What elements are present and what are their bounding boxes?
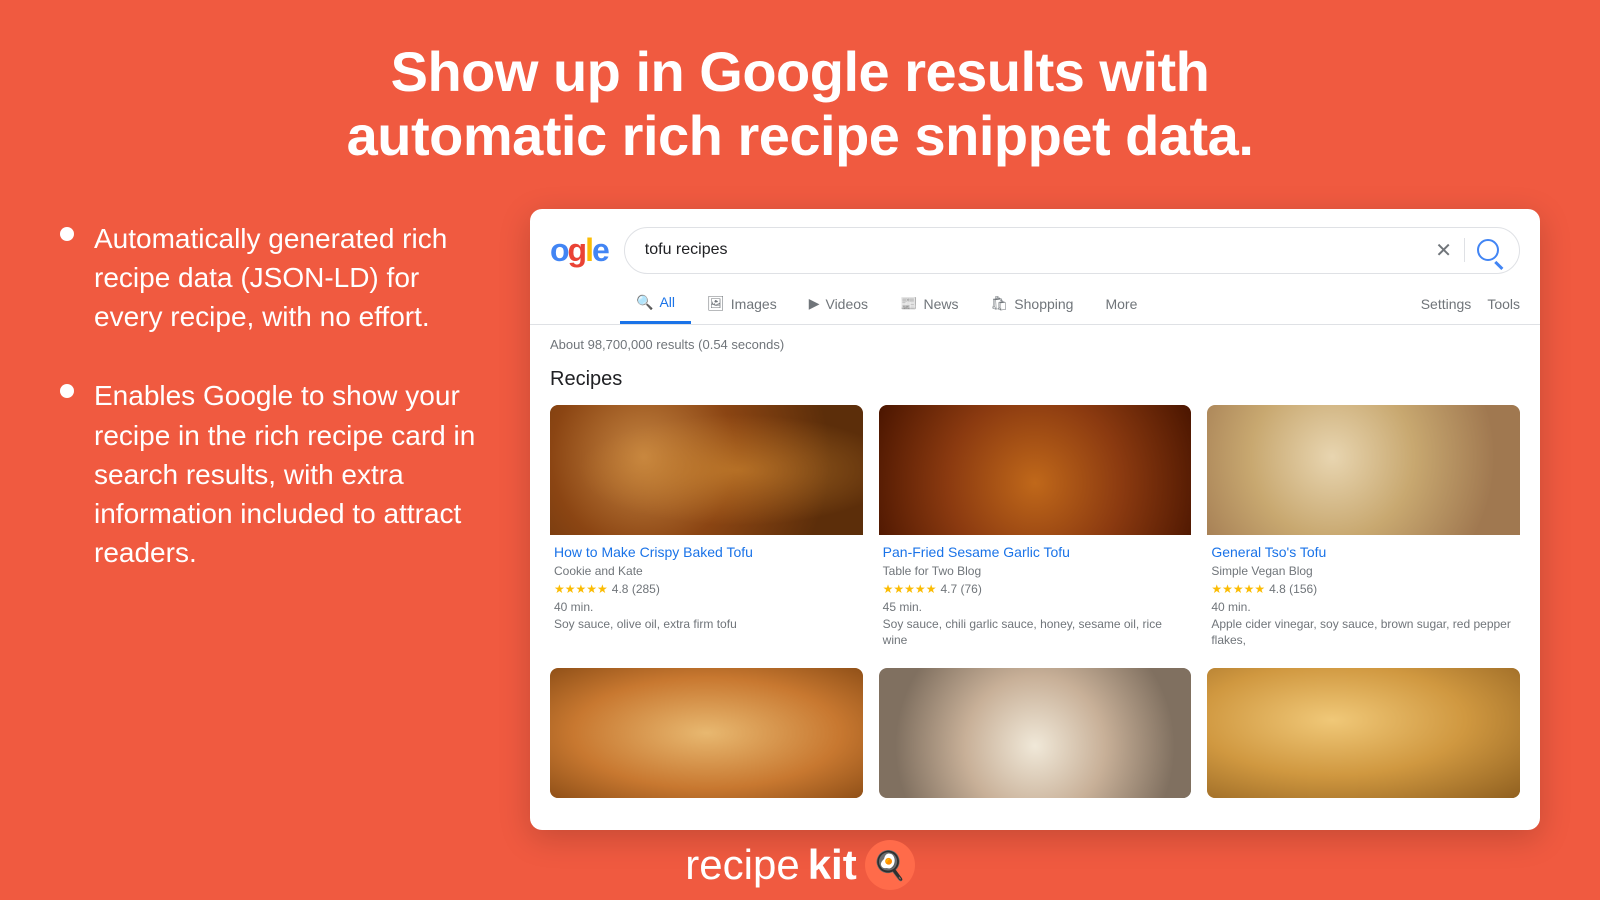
recipe-rating-1: ★★★★★ 4.8 (285) <box>554 582 859 597</box>
brand-kit-text: kit <box>808 841 857 889</box>
recipe-grid-top: How to Make Crispy Baked Tofu Cookie and… <box>550 405 1520 652</box>
tab-shopping-label: Shopping <box>1014 296 1073 312</box>
bullet-dot-2 <box>60 384 74 398</box>
search-icons: ✕ <box>1435 238 1499 263</box>
recipe-image-1 <box>550 405 863 535</box>
recipe-time-1: 40 min. <box>554 600 859 614</box>
bullet-text-2: Enables Google to show your recipe in th… <box>94 376 490 572</box>
recipe-card-3[interactable]: General Tso's Tofu Simple Vegan Blog ★★★… <box>1207 405 1520 652</box>
tab-more[interactable]: More <box>1089 286 1153 322</box>
headline-line1: Show up in Google results with <box>60 40 1540 104</box>
results-count: About 98,700,000 results (0.54 seconds) <box>550 337 1520 352</box>
recipe-ratingnum-1: 4.8 (285) <box>612 582 660 596</box>
chef-hat-icon: 🍳 <box>865 840 915 890</box>
bullet-item-2: Enables Google to show your recipe in th… <box>60 376 490 572</box>
search-query-text: tofu recipes <box>645 241 1425 259</box>
recipe-image-4 <box>550 668 863 798</box>
recipe-rating-2: ★★★★★ 4.7 (76) <box>883 582 1188 597</box>
bullet-dot-1 <box>60 227 74 241</box>
tools-link[interactable]: Tools <box>1487 296 1520 312</box>
google-tabs: 🔍 All 🖼 Images ▶ Videos 📰 News 🛍 S <box>530 274 1540 325</box>
recipe-ingredients-2: Soy sauce, chili garlic sauce, honey, se… <box>883 617 1188 648</box>
tab-more-label: More <box>1105 296 1137 312</box>
recipe-ratingnum-2: 4.7 (76) <box>940 582 981 596</box>
shopping-icon: 🛍 <box>991 295 1009 312</box>
headline: Show up in Google results with automatic… <box>60 40 1540 169</box>
results-area: About 98,700,000 results (0.54 seconds) … <box>530 325 1540 830</box>
news-icon: 📰 <box>900 295 917 312</box>
tab-videos[interactable]: ▶ Videos <box>793 285 884 322</box>
bullet-text-1: Automatically generated rich recipe data… <box>94 219 490 337</box>
recipe-time-2: 45 min. <box>883 600 1188 614</box>
recipe-card-6[interactable] <box>1207 668 1520 798</box>
recipes-heading: Recipes <box>550 368 1520 391</box>
recipe-ingredients-1: Soy sauce, olive oil, extra firm tofu <box>554 617 859 633</box>
recipe-info-3: General Tso's Tofu Simple Vegan Blog ★★★… <box>1207 535 1520 652</box>
recipe-info-2: Pan-Fried Sesame Garlic Tofu Table for T… <box>879 535 1192 652</box>
tab-news-label: News <box>923 296 958 312</box>
content-row: Automatically generated rich recipe data… <box>60 209 1540 830</box>
bottom-branding: recipekit 🍳 <box>60 830 1540 895</box>
recipe-stars-2: ★★★★★ <box>883 582 937 597</box>
videos-icon: ▶ <box>809 295 820 312</box>
recipe-card-5[interactable] <box>879 668 1192 798</box>
google-logo: ogle <box>550 232 608 269</box>
recipe-ratingnum-3: 4.8 (156) <box>1269 582 1317 596</box>
all-icon: 🔍 <box>636 294 653 311</box>
recipe-card-1[interactable]: How to Make Crispy Baked Tofu Cookie and… <box>550 405 863 652</box>
recipe-card-2[interactable]: Pan-Fried Sesame Garlic Tofu Table for T… <box>879 405 1192 652</box>
recipe-stars-3: ★★★★★ <box>1211 582 1265 597</box>
search-divider <box>1464 238 1465 262</box>
tab-videos-label: Videos <box>825 296 868 312</box>
settings-tools: Settings Tools <box>1421 296 1520 312</box>
recipe-ingredients-3: Apple cider vinegar, soy sauce, brown su… <box>1211 617 1516 648</box>
recipe-source-1: Cookie and Kate <box>554 564 859 578</box>
tab-images[interactable]: 🖼 Images <box>691 285 793 322</box>
search-bar[interactable]: tofu recipes ✕ <box>624 227 1520 274</box>
google-bar: ogle tofu recipes ✕ <box>530 209 1540 274</box>
settings-link[interactable]: Settings <box>1421 296 1472 312</box>
search-icon[interactable] <box>1477 239 1499 261</box>
bullet-item-1: Automatically generated rich recipe data… <box>60 219 490 337</box>
recipe-image-3 <box>1207 405 1520 535</box>
recipe-grid-bottom <box>550 668 1520 798</box>
headline-line2: automatic rich recipe snippet data. <box>60 104 1540 168</box>
brand-recipe-text: recipe <box>685 841 799 889</box>
tab-news[interactable]: 📰 News <box>884 285 974 322</box>
google-search-panel: ogle tofu recipes ✕ 🔍 All <box>530 209 1540 830</box>
main-container: Show up in Google results with automatic… <box>0 0 1600 900</box>
recipe-stars-1: ★★★★★ <box>554 582 608 597</box>
recipe-source-3: Simple Vegan Blog <box>1211 564 1516 578</box>
images-icon: 🖼 <box>707 295 725 312</box>
recipe-title-2: Pan-Fried Sesame Garlic Tofu <box>883 543 1188 561</box>
recipe-source-2: Table for Two Blog <box>883 564 1188 578</box>
left-panel: Automatically generated rich recipe data… <box>60 209 490 573</box>
recipe-title-3: General Tso's Tofu <box>1211 543 1516 561</box>
recipe-title-1: How to Make Crispy Baked Tofu <box>554 543 859 561</box>
recipe-image-6 <box>1207 668 1520 798</box>
brand-name: recipekit 🍳 <box>685 840 914 890</box>
tab-images-label: Images <box>731 296 777 312</box>
tab-all[interactable]: 🔍 All <box>620 284 691 324</box>
recipe-image-2 <box>879 405 1192 535</box>
tab-all-label: All <box>659 294 675 310</box>
recipe-card-4[interactable] <box>550 668 863 798</box>
recipe-info-1: How to Make Crispy Baked Tofu Cookie and… <box>550 535 863 637</box>
tab-shopping[interactable]: 🛍 Shopping <box>975 285 1090 322</box>
clear-icon[interactable]: ✕ <box>1435 238 1452 263</box>
recipe-rating-3: ★★★★★ 4.8 (156) <box>1211 582 1516 597</box>
recipe-time-3: 40 min. <box>1211 600 1516 614</box>
recipe-image-5 <box>879 668 1192 798</box>
